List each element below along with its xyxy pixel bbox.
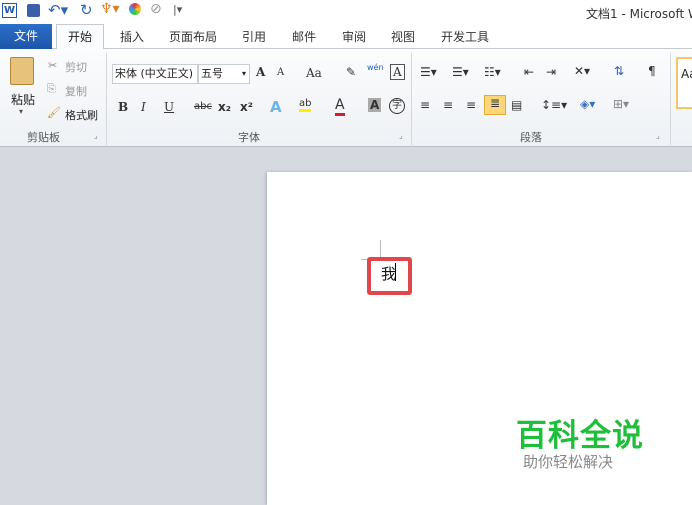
underline-button[interactable]: U	[164, 100, 174, 114]
shading-icon[interactable]: ◈▾	[580, 97, 595, 111]
tab-view[interactable]: 视图	[391, 28, 415, 45]
ribbon: 粘贴 ▾ ✂ 剪切 ⎘ 复制 🖌 格式刷 剪贴板 ⌟ 宋体 (中文正文) 五号 ▾…	[0, 49, 692, 147]
font-name-select[interactable]: 宋体 (中文正文)	[112, 64, 198, 84]
color-icon[interactable]	[129, 3, 141, 15]
ribbon-tabs: 文件 开始 插入 页面布局 引用 邮件 审阅 视图 开发工具	[0, 24, 692, 50]
tab-page-layout[interactable]: 页面布局	[169, 28, 217, 45]
italic-button[interactable]: I	[141, 100, 146, 114]
paste-button[interactable]: 粘贴	[11, 91, 35, 108]
paint-icon[interactable]: ♆▾	[100, 1, 120, 17]
copy-icon: ⎘	[47, 82, 56, 95]
paste-icon	[10, 57, 34, 85]
line-spacing-icon[interactable]: ↕≡▾	[541, 98, 567, 112]
change-case-button[interactable]: Aa	[306, 66, 322, 80]
show-marks-icon[interactable]: ¶	[648, 64, 656, 78]
justify-button-active[interactable]: ≣	[484, 95, 506, 115]
increase-indent-icon[interactable]: ⇥	[546, 65, 556, 79]
tab-review[interactable]: 审阅	[342, 28, 366, 45]
text-cursor	[395, 263, 396, 281]
cut-icon: ✂	[48, 59, 58, 72]
paragraph-group-label: 段落	[520, 131, 542, 144]
clear-icon[interactable]: ⊘	[150, 1, 162, 17]
char-shading-button[interactable]: A	[368, 98, 382, 112]
align-center-icon[interactable]: ≡	[443, 98, 453, 112]
numbering-icon[interactable]: ☰▾	[452, 65, 469, 79]
borders-icon[interactable]: ⊞▾	[613, 97, 629, 111]
dialog-launcher-icon[interactable]: ⌟	[399, 131, 403, 140]
sort-icon[interactable]: ⇅	[614, 64, 624, 78]
superscript-button[interactable]: x²	[240, 100, 253, 114]
copy-button[interactable]: 复制	[65, 83, 87, 99]
dialog-launcher-icon[interactable]: ⌟	[94, 131, 98, 140]
title-bar: W ↶▾ ↻ ♆▾ ⊘ |▾ 文档1 - Microsoft W	[0, 0, 692, 24]
redo-icon[interactable]: ↻	[80, 1, 93, 19]
highlight-button[interactable]: ab	[299, 98, 312, 112]
align-left-icon[interactable]: ≡	[420, 98, 430, 112]
format-painter-button[interactable]: 格式刷	[65, 107, 98, 123]
distributed-icon[interactable]: ▤	[511, 98, 522, 112]
style-gallery-item[interactable]: Aa	[676, 57, 692, 109]
tab-mailings[interactable]: 邮件	[292, 28, 316, 45]
style-preview: Aa	[681, 67, 692, 81]
save-icon[interactable]	[27, 4, 40, 17]
font-size-value: 五号	[201, 67, 223, 80]
chinese-layout-icon[interactable]: ✕▾	[574, 64, 590, 78]
tab-file[interactable]: 文件	[0, 24, 52, 49]
char-border-button[interactable]: A	[390, 64, 405, 80]
bold-button[interactable]: B	[118, 100, 128, 114]
font-group-label: 字体	[238, 131, 260, 144]
grow-font-button[interactable]: A	[256, 65, 265, 79]
watermark-subtitle: 助你轻松解决	[523, 453, 614, 471]
cut-button[interactable]: 剪切	[65, 59, 87, 75]
customize-icon[interactable]: |▾	[173, 3, 182, 16]
document-text[interactable]: 我	[381, 263, 396, 284]
window-title: 文档1 - Microsoft W	[586, 7, 692, 21]
watermark-title: 百科全说	[516, 418, 644, 454]
strikethrough-button[interactable]: abc	[194, 101, 212, 112]
align-right-icon[interactable]: ≡	[466, 98, 476, 112]
shrink-font-button[interactable]: A	[277, 67, 284, 78]
clear-format-icon[interactable]: ✎	[346, 65, 356, 79]
pinyin-button[interactable]: wén	[367, 63, 384, 72]
undo-icon[interactable]: ↶▾	[48, 1, 68, 19]
tab-home[interactable]: 开始	[56, 24, 104, 50]
multilevel-list-icon[interactable]: ☷▾	[484, 65, 501, 79]
word-icon: W	[2, 3, 17, 18]
dialog-launcher-icon[interactable]: ⌟	[656, 131, 660, 140]
font-size-select[interactable]: 五号 ▾	[198, 64, 250, 84]
clipboard-group-label: 剪贴板	[27, 131, 60, 144]
subscript-button[interactable]: x₂	[218, 100, 231, 114]
font-name-value: 宋体 (中文正文)	[115, 67, 194, 80]
font-color-button[interactable]: A	[335, 97, 345, 116]
text-effect-button[interactable]: A	[270, 98, 282, 116]
tab-insert[interactable]: 插入	[120, 28, 144, 45]
paste-dropdown[interactable]: ▾	[19, 107, 23, 116]
enclose-char-button[interactable]: 字	[389, 98, 405, 114]
tab-developer[interactable]: 开发工具	[441, 28, 489, 45]
tab-references[interactable]: 引用	[242, 28, 266, 45]
document-page[interactable]: 百科全说 助你轻松解决	[267, 172, 692, 505]
format-painter-icon: 🖌	[47, 106, 61, 119]
decrease-indent-icon[interactable]: ⇤	[524, 65, 534, 79]
bullets-icon[interactable]: ☰▾	[420, 65, 437, 79]
